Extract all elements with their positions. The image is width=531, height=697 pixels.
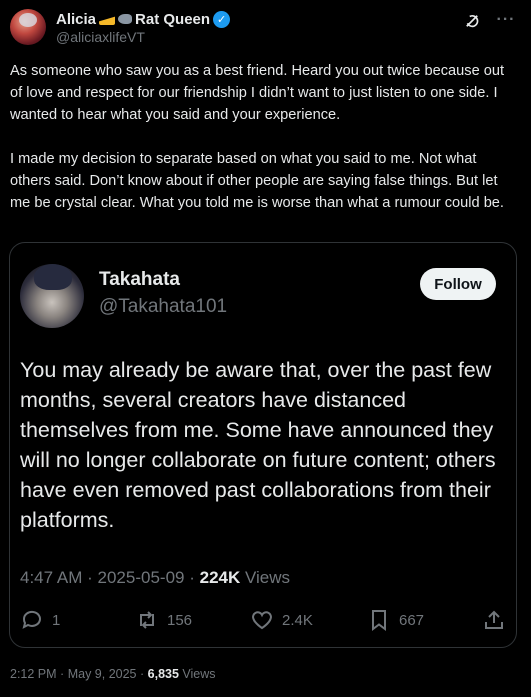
repost-icon: [140, 611, 154, 629]
bookmark-icon: [372, 610, 386, 631]
share-button[interactable]: [482, 608, 506, 632]
post-body: As someone who saw you as a best friend.…: [10, 60, 520, 236]
like-count: 2.4K: [282, 611, 313, 629]
author-display-name[interactable]: Alicia: [56, 11, 96, 28]
post-date[interactable]: May 9, 2025: [68, 667, 137, 681]
quoted-author-name[interactable]: Takahata: [99, 269, 180, 291]
post-views-label: Views: [182, 667, 216, 681]
post-time[interactable]: 2:12 PM: [10, 667, 57, 681]
meta-separator: ·: [60, 667, 65, 681]
reply-count: 1: [52, 611, 61, 629]
heart-icon: [252, 611, 272, 630]
quoted-views-count: 224K: [199, 568, 241, 587]
post-paragraph-2: I made my decision to separate based on …: [10, 151, 504, 211]
post-meta: 2:12 PM · May 9, 2025 · 6,835 Views: [10, 667, 216, 681]
quoted-post-time[interactable]: 4:47 AM: [20, 568, 82, 587]
quoted-author-avatar[interactable]: [20, 264, 84, 328]
quoted-author-handle[interactable]: @Takahata101: [99, 296, 227, 318]
meta-separator: ·: [139, 667, 145, 681]
reply-button[interactable]: 1: [20, 608, 60, 632]
post-header: Alicia Rat Queen ✓ @aliciaxlifeVT ···: [10, 8, 521, 48]
meta-separator: ·: [87, 568, 93, 587]
grok-icon[interactable]: [463, 12, 481, 30]
repost-count: 156: [167, 611, 193, 629]
quoted-post-meta: 4:47 AM · 2025-05-09 · 224K Views: [20, 568, 290, 588]
follow-button[interactable]: Follow: [420, 268, 496, 300]
quoted-views-label: Views: [245, 568, 291, 587]
author-handle[interactable]: @aliciaxlifeVT: [56, 29, 145, 45]
bookmark-count: 667: [399, 611, 425, 629]
quoted-post-date[interactable]: 2025-05-09: [98, 568, 185, 587]
post-paragraph-1: As someone who saw you as a best friend.…: [10, 63, 505, 123]
like-button[interactable]: 2.4K: [250, 608, 313, 632]
author-name-row[interactable]: Alicia Rat Queen ✓: [56, 9, 231, 29]
author-avatar[interactable]: [10, 9, 46, 45]
meta-separator: ·: [189, 568, 195, 587]
share-icon: [485, 610, 503, 629]
bookmark-button[interactable]: 667: [367, 608, 424, 632]
reply-icon: [22, 610, 41, 629]
quoted-post-card[interactable]: Takahata @Takahata101 Follow You may alr…: [9, 242, 517, 648]
cheese-emoji-icon: [99, 16, 116, 25]
rat-emoji-icon: [118, 14, 133, 24]
quoted-post-body: You may already be aware that, over the …: [20, 358, 496, 532]
post-views-count: 6,835: [147, 667, 179, 681]
author-name-suffix[interactable]: Rat Queen: [135, 11, 210, 28]
repost-button[interactable]: 156: [135, 608, 192, 632]
verified-badge-icon[interactable]: ✓: [213, 10, 231, 28]
more-icon[interactable]: ···: [495, 10, 517, 30]
quoted-action-bar: 1 156 2.4K 667: [10, 608, 516, 638]
